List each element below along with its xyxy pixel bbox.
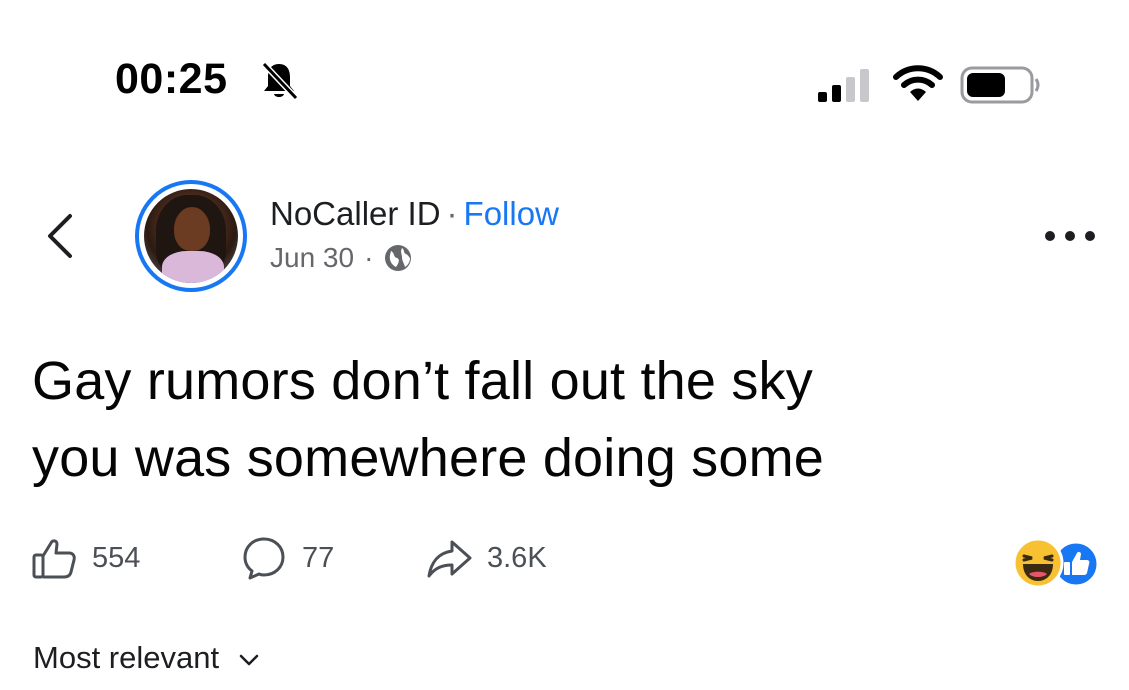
haha-icon <box>1012 537 1064 589</box>
wifi-icon <box>893 65 943 101</box>
comment-count: 77 <box>302 541 335 574</box>
post-meta: Jun 30 · <box>270 242 413 274</box>
post-text: Gay rumors don’t fall out the sky you wa… <box>32 343 1102 497</box>
like-icon <box>32 539 76 579</box>
avatar-photo <box>144 189 238 283</box>
post-text-line-2: you was somewhere doing some <box>32 428 825 488</box>
reactions-summary[interactable] <box>1012 537 1112 589</box>
author-name[interactable]: NoCaller ID <box>270 195 441 232</box>
share-icon <box>427 540 472 578</box>
status-bar: 00:25 <box>0 0 1129 130</box>
more-options-icon[interactable] <box>1040 224 1100 248</box>
meta-separator-dot: · <box>364 242 374 273</box>
comment-sort-dropdown[interactable]: Most relevant <box>33 640 261 676</box>
chevron-down-icon <box>239 654 259 666</box>
post-date[interactable]: Jun 30 <box>270 242 354 274</box>
share-button[interactable]: 3.6K <box>425 532 547 584</box>
sort-label: Most relevant <box>33 640 220 675</box>
status-time: 00:25 <box>115 55 228 103</box>
comment-icon <box>243 537 285 580</box>
back-icon[interactable] <box>40 210 80 262</box>
post-text-line-1: Gay rumors don’t fall out the sky <box>32 351 813 411</box>
like-button[interactable]: 554 <box>30 532 140 584</box>
author-line: NoCaller ID · Follow <box>270 194 559 234</box>
follow-button[interactable]: Follow <box>464 195 559 232</box>
signal-icon <box>818 69 869 102</box>
globe-icon <box>385 245 412 271</box>
battery-icon <box>960 66 1040 104</box>
comment-button[interactable]: 77 <box>240 532 334 584</box>
bell-muted-icon <box>261 61 299 101</box>
separator-dot: · <box>446 195 458 232</box>
avatar[interactable] <box>135 180 247 292</box>
like-count: 554 <box>92 541 141 574</box>
share-count: 3.6K <box>487 541 547 574</box>
